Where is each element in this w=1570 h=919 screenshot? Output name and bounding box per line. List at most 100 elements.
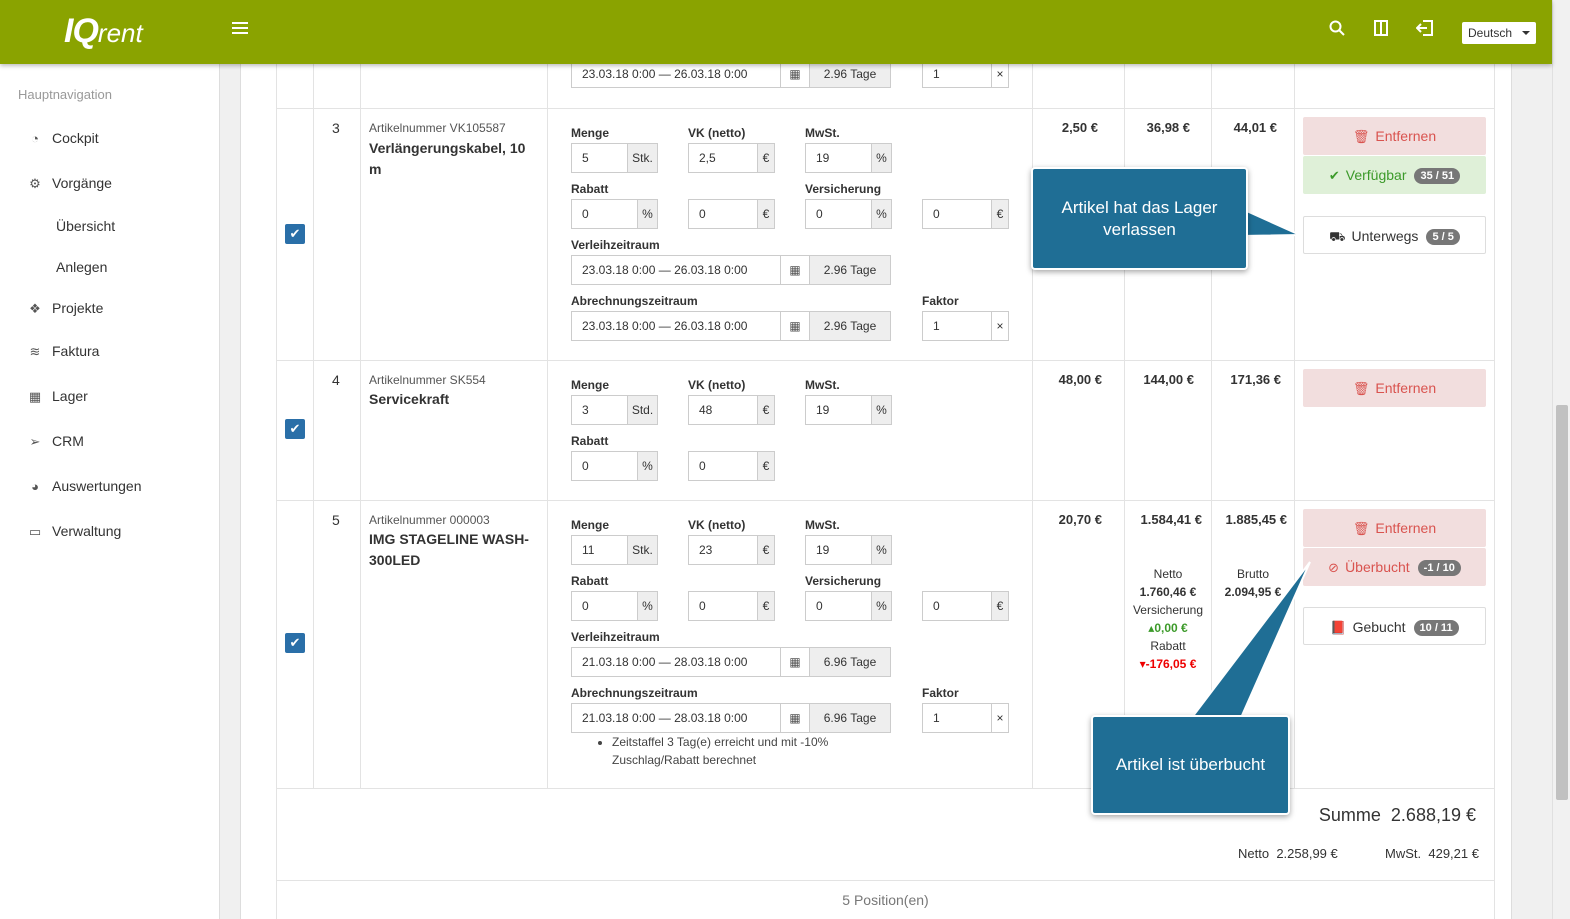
overbooked-badge: -1 / 10 (1417, 560, 1461, 576)
factor-addon: × (992, 311, 1009, 341)
calendar-icon[interactable]: ▦ (781, 60, 810, 88)
trash-icon: 🗑 (1352, 521, 1370, 536)
quantity-input[interactable]: 3 (571, 395, 628, 425)
app-logo[interactable]: IQrent (64, 12, 143, 51)
discount-euro-input[interactable]: 0 (688, 199, 758, 229)
price-input[interactable]: 2,5 (688, 143, 758, 173)
calendar-icon[interactable]: ▦ (781, 703, 810, 733)
label-vk: VK (netto) (688, 518, 746, 532)
discount-value: ▾-176,05 € (1139, 657, 1197, 671)
scrollbar-thumb[interactable] (1556, 405, 1568, 800)
label-rabatt: Rabatt (571, 434, 609, 448)
net-total: 36,98 € (1146, 120, 1190, 135)
page-scrollbar[interactable] (1552, 0, 1570, 919)
factor-addon: × (992, 60, 1009, 88)
label-rabatt: Rabatt (571, 574, 609, 588)
quantity-input[interactable]: 11 (571, 535, 628, 565)
percent-addon: % (872, 591, 892, 621)
quantity-input[interactable]: 5 (571, 143, 628, 173)
rental-period-input[interactable]: 21.03.18 0:00 — 28.03.18 0:00 (571, 647, 781, 677)
in-transit-button[interactable]: ⛟ Unterwegs 5 / 5 (1303, 216, 1486, 254)
article-number: Artikelnummer 000003 (369, 513, 490, 527)
sidebar-item-auswertungen[interactable]: ◕ Auswertungen (26, 478, 141, 494)
sidebar-item-projekte[interactable]: ❖ Projekte (26, 300, 103, 317)
insurance-percent-input[interactable]: 0 (805, 199, 872, 229)
insurance-euro-input[interactable]: 0 (922, 199, 992, 229)
nav-header: Hauptnavigation (18, 87, 112, 102)
rental-period-input[interactable]: 23.03.18 0:00 — 26.03.18 0:00 (571, 60, 781, 88)
days-addon: 2.96 Tage (810, 311, 891, 341)
label-rabatt: Rabatt (571, 182, 609, 196)
row-checkbox[interactable]: ✔ (285, 419, 305, 439)
gears-icon: ⚙ (29, 176, 41, 191)
discount-euro-input[interactable]: 0 (688, 591, 758, 621)
remove-button[interactable]: 🗑 Entfernen (1303, 369, 1486, 407)
label-abrechnungszeitraum: Abrechnungszeitraum (571, 294, 698, 308)
calendar-icon[interactable]: ▦ (781, 647, 810, 677)
transit-badge: 5 / 5 (1426, 229, 1460, 245)
sidebar-item-faktura[interactable]: ≋ Faktura (26, 343, 100, 360)
discount-percent-input[interactable]: 0 (571, 451, 638, 481)
position-number: 4 (332, 372, 340, 388)
sidebar-item-crm[interactable]: ➢ CRM (26, 433, 84, 450)
percent-addon: % (872, 395, 892, 425)
factor-input[interactable]: 1 (922, 311, 992, 341)
discount-percent-input[interactable]: 0 (571, 591, 638, 621)
sidebar-item-verwaltung[interactable]: ▭ Verwaltung (26, 523, 121, 540)
language-select[interactable]: Deutsch (1462, 22, 1536, 44)
check-icon: ✔ (1328, 168, 1340, 183)
article-name: IMG STAGELINE WASH-300LED (369, 531, 529, 568)
price-input[interactable]: 48 (688, 395, 758, 425)
vat-input[interactable]: 19 (805, 395, 872, 425)
overbooked-button[interactable]: ⊘ Überbucht -1 / 10 (1303, 548, 1486, 586)
factor-input[interactable]: 1 (922, 60, 992, 88)
paper-plane-icon: ➢ (29, 434, 41, 449)
label-versicherung: Versicherung (805, 182, 882, 196)
factor-input[interactable]: 1 (922, 703, 992, 733)
sidebar-item-uebersicht[interactable]: Übersicht (56, 218, 115, 234)
discount-euro-input[interactable]: 0 (688, 451, 758, 481)
available-button[interactable]: ✔ Verfügbar 35 / 51 (1303, 156, 1486, 194)
top-bar: IQrent Deutsch (0, 0, 1552, 64)
trash-icon: 🗑 (1352, 129, 1370, 144)
vat-input[interactable]: 19 (805, 535, 872, 565)
vat-input[interactable]: 19 (805, 143, 872, 173)
insurance-percent-input[interactable]: 0 (805, 591, 872, 621)
percent-addon: % (872, 143, 892, 173)
label-versicherung: Versicherung (805, 574, 882, 588)
logout-icon[interactable] (1414, 20, 1436, 42)
callout-overbooked: Artikel ist überbucht (1091, 715, 1290, 815)
euro-addon: € (758, 395, 775, 425)
sidebar-item-cockpit[interactable]: ◔ Cockpit (26, 130, 99, 146)
booked-button[interactable]: 📕 Gebucht 10 / 11 (1303, 607, 1486, 645)
label-verleihzeitraum: Verleihzeitraum (571, 630, 660, 644)
price-input[interactable]: 23 (688, 535, 758, 565)
sidebar-item-anlegen[interactable]: Anlegen (56, 259, 107, 275)
insurance-euro-input[interactable]: 0 (922, 591, 992, 621)
booked-badge: 10 / 11 (1413, 620, 1459, 636)
discount-percent-input[interactable]: 0 (571, 199, 638, 229)
unit-price: 48,00 € (1058, 372, 1102, 387)
sidebar-item-vorgaenge[interactable]: ⚙ Vorgänge (26, 175, 112, 192)
availability-badge: 35 / 51 (1414, 168, 1461, 184)
calendar-icon[interactable]: ▦ (781, 311, 810, 341)
search-icon[interactable] (1326, 20, 1348, 42)
article-number: Artikelnummer VK105587 (369, 121, 506, 135)
billing-period-input[interactable]: 23.03.18 0:00 — 26.03.18 0:00 (571, 311, 781, 341)
label-vk: VK (netto) (688, 378, 746, 392)
row-checkbox[interactable]: ✔ (285, 224, 305, 244)
netto-label: Netto (1153, 567, 1183, 581)
remove-button[interactable]: 🗑 Entfernen (1303, 117, 1486, 155)
sidebar-item-lager[interactable]: ▦ Lager (26, 388, 88, 405)
article-name: Verlängerungskabel, 10 m (369, 140, 526, 177)
remove-button[interactable]: 🗑 Entfernen (1303, 509, 1486, 547)
billing-period-input[interactable]: 21.03.18 0:00 — 28.03.18 0:00 (571, 703, 781, 733)
calendar-icon[interactable]: ▦ (781, 255, 810, 285)
insurance-label: Versicherung (1132, 603, 1204, 617)
sum-vat: MwSt. 429,21 € (1385, 846, 1479, 861)
rental-period-input[interactable]: 23.03.18 0:00 — 26.03.18 0:00 (571, 255, 781, 285)
columns-icon[interactable] (1370, 20, 1392, 42)
unit-price: 20,70 € (1058, 512, 1102, 527)
row-checkbox[interactable]: ✔ (285, 633, 305, 653)
menu-toggle-icon[interactable] (232, 22, 248, 36)
